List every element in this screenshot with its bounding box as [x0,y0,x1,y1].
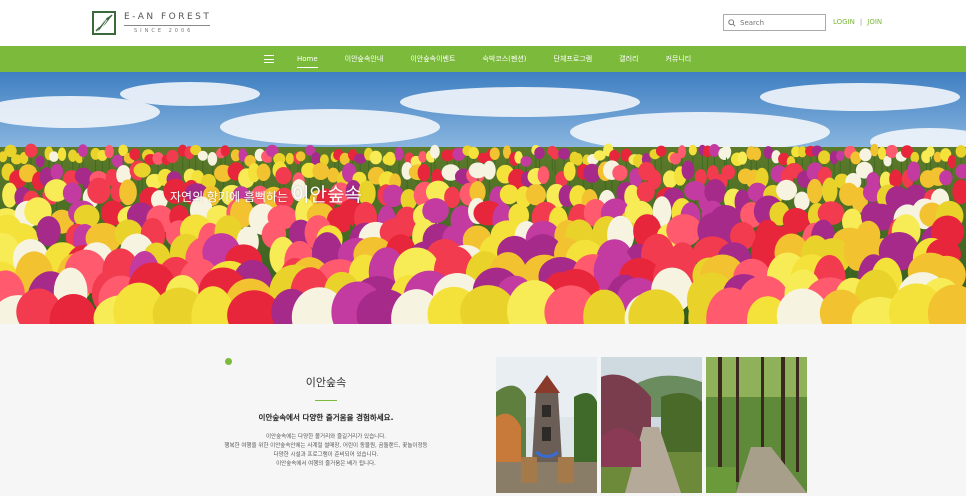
hero-banner: 자연의 향기에 흠뻑하는 이안숲속 [0,72,966,324]
search-box[interactable] [723,14,826,31]
nav-item-group-programs[interactable]: 단체프로그램 [554,54,593,64]
hero-caption-big: 이안숲속 [292,184,362,206]
nav-item-lodging[interactable]: 숙박코스(펜션) [482,54,526,64]
nav-item-home[interactable]: Home [297,55,318,68]
site-logo[interactable]: E-AN FOREST SINCE 2006 [92,10,211,36]
gallery-photo-forest[interactable] [706,357,807,493]
main-nav: Home 이안숲속안내 이안숲속이벤트 숙박코스(펜션) 단체프로그램 갤러리 … [0,46,966,72]
nav-item-about[interactable]: 이안숲속안내 [345,54,384,64]
intro-line-1: 이안숲속에는 다양한 볼거리와 즐길거리가 있습니다. [265,434,387,440]
join-link[interactable]: JOIN [867,18,882,26]
nav-item-gallery[interactable]: 갤러리 [619,54,638,64]
tulip-field-image [0,72,966,324]
accent-dot [225,358,232,365]
gallery-photo-windmill[interactable] [496,357,597,493]
intro-line-4: 이안숲속에서 여행의 즐거움은 배가 됩니다. [276,461,376,467]
intro-divider [315,400,337,401]
logo-divider [124,24,210,26]
logo-since: SINCE 2006 [134,27,194,34]
hero-caption: 자연의 향기에 흠뻑하는 이안숲속 [170,180,362,207]
search-input[interactable] [740,18,820,27]
site-header: E-AN FOREST SINCE 2006 LOGIN | JOIN [0,0,966,46]
photo-gallery [496,357,807,493]
intro-line-2: 행복한 여행을 위한 이안숲속안에는 사계절 썰매장, 어린이 동물원, 곰돌랜… [224,443,428,449]
gallery-photo-path[interactable] [601,357,702,493]
menu-icon[interactable] [264,55,274,63]
intro-title: 이안숲속 [305,376,347,389]
leaf-logo-icon [92,11,116,35]
login-link[interactable]: LOGIN [833,18,855,26]
search-icon[interactable] [728,18,736,27]
nav-item-events[interactable]: 이안숲속이벤트 [410,54,455,64]
intro-line-3: 다양한 시설과 프로그램이 준비되어 있습니다. [273,452,379,458]
auth-separator: | [859,18,863,26]
hero-caption-small: 자연의 향기에 흠뻑하는 [170,190,289,204]
intro-description: 이안숲속에는 다양한 볼거리와 즐길거리가 있습니다. 행복한 여행을 위한 이… [186,433,466,469]
nav-item-community[interactable]: 커뮤니티 [665,54,691,64]
auth-links: LOGIN | JOIN [833,18,882,26]
intro-subtitle: 이안숲속에서 다양한 즐거움을 경험하세요. [258,413,394,422]
logo-name: E-AN FOREST [124,11,212,22]
intro-section: 이안숲속 이안숲속에서 다양한 즐거움을 경험하세요. 이안숲속에는 다양한 볼… [0,324,966,496]
